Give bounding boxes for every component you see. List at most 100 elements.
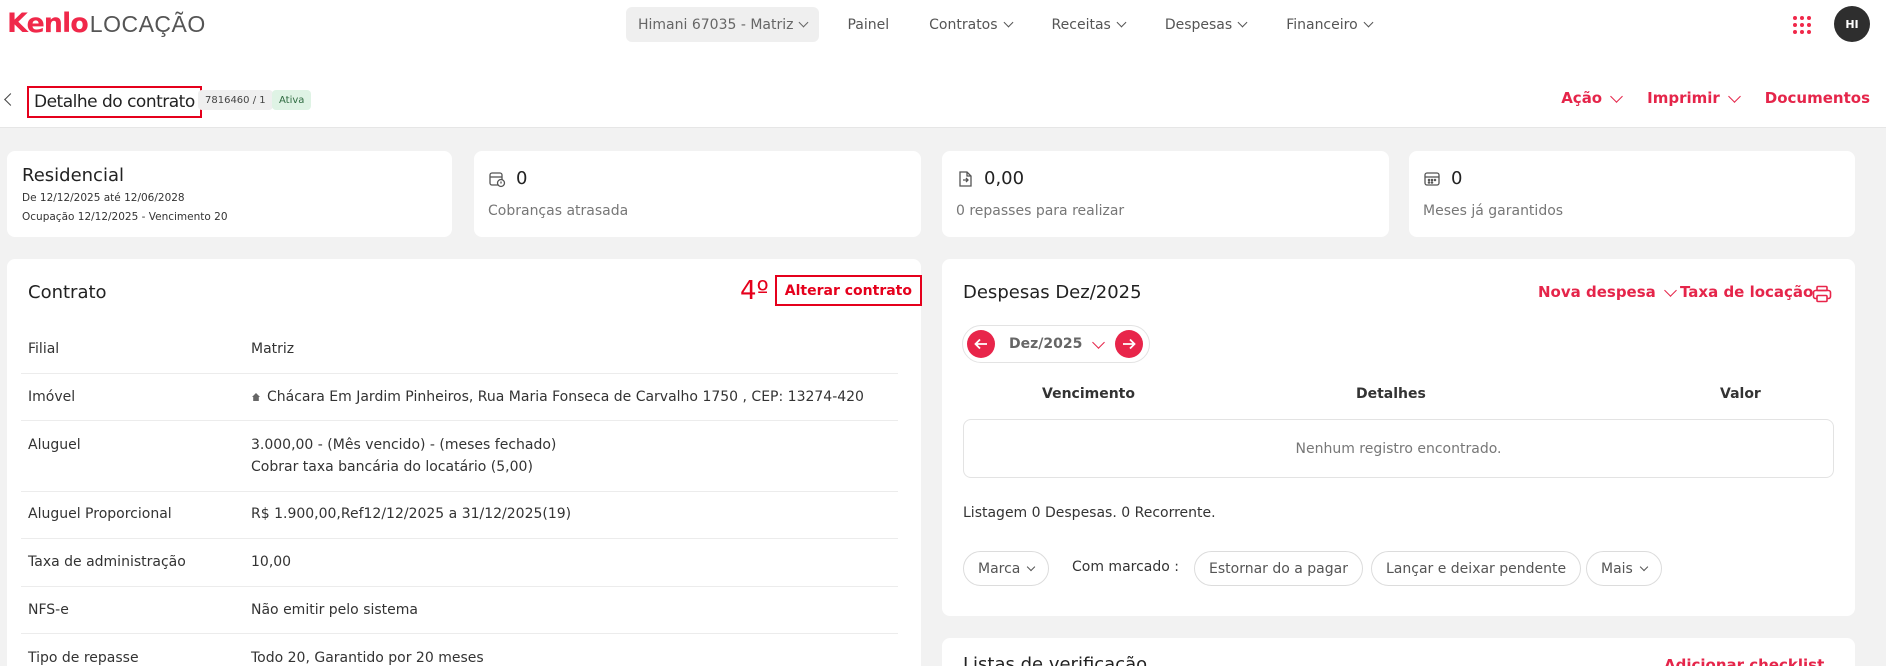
transfers-card[interactable]: 0,00 0 repasses para realizar <box>942 151 1389 237</box>
kenlo-logo[interactable]: Kenlo LOCAÇÃO <box>7 8 206 39</box>
annotation-label: 4º <box>740 275 769 306</box>
row-label-nfse: NFS-e <box>28 602 69 618</box>
checklists-card: Listas de verificação Adicionar checklis… <box>942 638 1855 666</box>
nav-financeiro[interactable]: Financeiro <box>1266 7 1391 42</box>
month-selector[interactable]: Dez/2025 <box>995 335 1115 352</box>
edit-contract-button[interactable]: Alterar contrato <box>774 275 922 306</box>
money-transfer-icon <box>959 170 972 187</box>
with-marked-label: Com marcado : <box>1072 559 1179 575</box>
guaranteed-number: 0 <box>1451 168 1463 189</box>
back-arrow-icon[interactable] <box>4 93 17 106</box>
account-selector[interactable]: Himani 67035 - Matriz <box>626 7 820 42</box>
row-divider <box>21 633 898 634</box>
expenses-section-title: Despesas Dez/2025 <box>963 282 1142 303</box>
nav-label: Despesas <box>1164 16 1233 33</box>
guaranteed-label: Meses já garantidos <box>1423 203 1564 219</box>
rental-fee-link[interactable]: Taxa de locação <box>1680 283 1813 301</box>
late-charges-label: Cobranças atrasada <box>488 203 629 219</box>
chevron-down-icon <box>1663 283 1677 297</box>
chevron-down-icon <box>1027 562 1036 571</box>
row-label-taxa-admin: Taxa de administração <box>28 554 186 570</box>
guaranteed-value: 0 <box>1423 168 1462 189</box>
documents-link[interactable]: Documentos <box>1765 89 1870 107</box>
nav-despesas[interactable]: Despesas <box>1145 7 1266 42</box>
page-title: Detalhe do contrato <box>27 86 202 118</box>
reverse-payable-button[interactable]: Estornar do a pagar <box>1194 551 1363 586</box>
print-label: Imprimir <box>1647 89 1720 107</box>
post-pending-button[interactable]: Lançar e deixar pendente <box>1371 551 1582 586</box>
nav-label: Contratos <box>929 16 998 33</box>
prev-month-button[interactable] <box>967 330 995 358</box>
avatar[interactable]: HI <box>1834 6 1870 42</box>
nav-receitas[interactable]: Receitas <box>1032 7 1145 42</box>
checklists-title: Listas de verificação <box>963 654 1148 666</box>
action-label: Ação <box>1561 89 1603 107</box>
row-value-taxa-admin: 10,00 <box>251 554 292 570</box>
mark-dropdown-button[interactable]: Marca <box>963 551 1050 586</box>
month-navigator: Dez/2025 <box>962 325 1150 363</box>
row-value-imovel[interactable]: Chácara Em Jardim Pinheiros, Rua Maria F… <box>251 389 864 405</box>
row-value-nfse: Não emitir pelo sistema <box>251 602 418 618</box>
row-value-aluguel-fee: Cobrar taxa bancária do locatário (5,00) <box>251 459 533 475</box>
contract-period: De 12/12/2025 até 12/06/2028 <box>22 192 185 204</box>
chevron-down-icon <box>1116 17 1127 28</box>
row-label-filial: Filial <box>28 341 60 357</box>
chevron-down-icon <box>1363 17 1374 28</box>
account-label: Himani 67035 - Matriz <box>638 16 794 33</box>
row-divider <box>21 491 898 492</box>
more-dropdown-button[interactable]: Mais <box>1586 551 1662 586</box>
action-menu-button[interactable]: Ação <box>1561 89 1623 107</box>
contract-summary-card: Residencial De 12/12/2025 até 12/06/2028… <box>7 151 452 237</box>
contract-occupation: Ocupação 12/12/2025 - Vencimento 20 <box>22 211 228 223</box>
apps-grid-icon[interactable] <box>1793 16 1811 34</box>
row-label-aluguel-proporcional: Aluguel Proporcional <box>28 506 172 522</box>
chevron-down-icon <box>1639 562 1649 571</box>
home-icon <box>252 393 260 401</box>
chevron-down-icon <box>1237 17 1248 28</box>
property-address: Chácara Em Jardim Pinheiros, Rua Maria F… <box>267 389 864 405</box>
top-bar: Kenlo LOCAÇÃO Himani 67035 - Matriz Pain… <box>0 0 1886 128</box>
row-value-tipo-repasse: Todo 20, Garantido por 20 meses <box>251 650 484 666</box>
guaranteed-card[interactable]: 0 Meses já garantidos <box>1409 151 1855 237</box>
new-expense-label: Nova despesa <box>1538 283 1656 301</box>
nav-contratos[interactable]: Contratos <box>909 7 1031 42</box>
contract-type: Residencial <box>22 165 124 186</box>
chevron-down-icon <box>1003 17 1013 28</box>
print-menu-button[interactable]: Imprimir <box>1647 89 1741 107</box>
more-label: Mais <box>1601 560 1633 577</box>
chevron-down-icon <box>799 17 809 28</box>
column-detalhes: Detalhes <box>1356 386 1426 402</box>
row-value-aluguel-proporcional: R$ 1.900,00,Ref12/12/2025 a 31/12/2025(1… <box>251 506 572 522</box>
nav-painel[interactable]: Painel <box>827 7 909 42</box>
row-label-aluguel: Aluguel <box>28 437 81 453</box>
row-divider <box>21 373 898 374</box>
chevron-down-icon <box>1610 89 1623 103</box>
documents-label: Documentos <box>1764 89 1870 107</box>
edit-contract-area: 4º Alterar contrato <box>740 275 922 306</box>
header-actions: Ação Imprimir Documentos <box>1535 89 1870 107</box>
add-checklist-button[interactable]: Adicionar checklist <box>1664 656 1824 666</box>
row-label-tipo-repasse: Tipo de repasse <box>28 650 139 666</box>
row-value-aluguel: 3.000,00 - (Mês vencido) - (meses fechad… <box>251 437 557 453</box>
nav-label: Receitas <box>1051 16 1111 33</box>
logo-brand: Kenlo <box>7 8 89 39</box>
row-divider <box>21 420 898 421</box>
transfers-label: 0 repasses para realizar <box>956 203 1125 219</box>
new-expense-button[interactable]: Nova despesa <box>1538 283 1677 301</box>
transfers-number: 0,00 <box>984 168 1025 189</box>
next-month-button[interactable] <box>1115 330 1143 358</box>
calculator-icon <box>1424 171 1440 186</box>
transfers-value: 0,00 <box>956 168 1024 189</box>
late-charges-card[interactable]: 0 Cobranças atrasada <box>474 151 921 237</box>
logo-product: LOCAÇÃO <box>89 11 206 37</box>
row-label-imovel: Imóvel <box>28 389 76 405</box>
printer-icon[interactable] <box>1812 285 1832 303</box>
nav-label: Financeiro <box>1286 16 1358 33</box>
nav-label: Painel <box>847 16 890 33</box>
arrow-right-icon <box>1123 338 1136 350</box>
expenses-summary: Listagem 0 Despesas. 0 Recorrente. <box>963 505 1216 521</box>
late-charges-value: 0 <box>488 168 527 189</box>
column-valor: Valor <box>1720 386 1761 402</box>
row-value-filial: Matriz <box>251 341 295 357</box>
row-divider <box>21 538 898 539</box>
